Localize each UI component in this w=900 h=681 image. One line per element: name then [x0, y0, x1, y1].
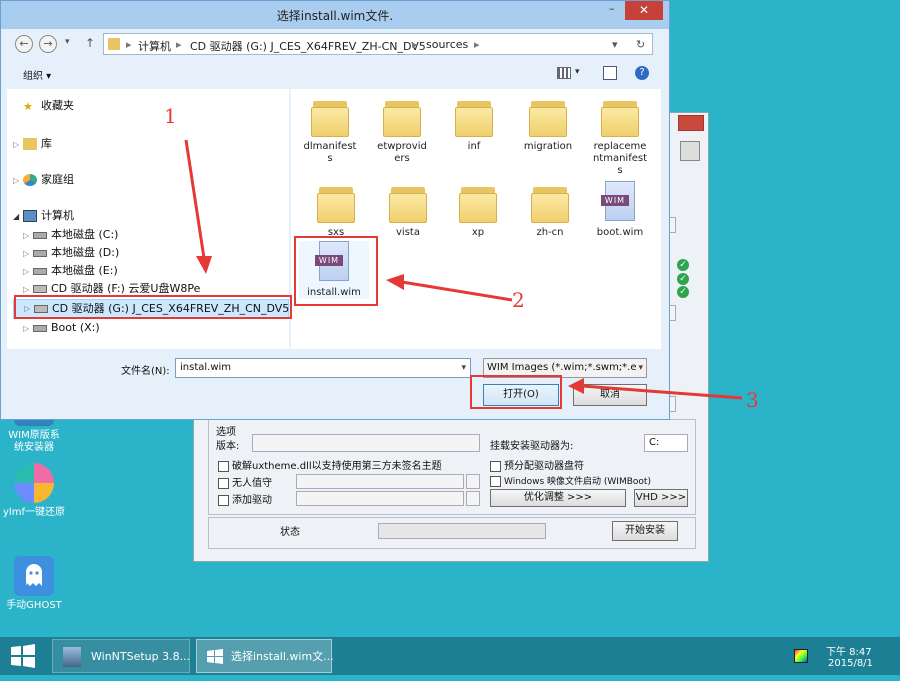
- taskbar: WinNTSetup 3.8... 选择install.wim文... 下午 8…: [0, 637, 900, 675]
- setup-app-icon: [63, 647, 81, 667]
- taskbar-item-winntsetup[interactable]: WinNTSetup 3.8...: [52, 639, 190, 673]
- clock-time[interactable]: 下午 8:47: [826, 643, 872, 658]
- clock-date[interactable]: 2015/8/1: [828, 658, 873, 669]
- taskbar-item-label: WinNTSetup 3.8...: [91, 650, 191, 663]
- arrow-1-head: [196, 256, 212, 274]
- annotation-arrows: [184, 139, 743, 400]
- start-button[interactable]: [8, 643, 38, 669]
- arrow-1-line: [184, 139, 206, 259]
- taskbar-item-dialog[interactable]: 选择install.wim文...: [196, 639, 334, 673]
- arrow-3-line: [581, 384, 743, 400]
- taskbar-item-label: 选择install.wim文...: [231, 650, 334, 663]
- arrow-3-head: [568, 378, 584, 394]
- arrow-2-line: [401, 280, 513, 302]
- dialog-app-icon: [205, 647, 225, 667]
- tray-color-icon[interactable]: [794, 649, 808, 663]
- windows-logo-icon: [11, 644, 35, 668]
- arrow-2-head: [386, 274, 404, 290]
